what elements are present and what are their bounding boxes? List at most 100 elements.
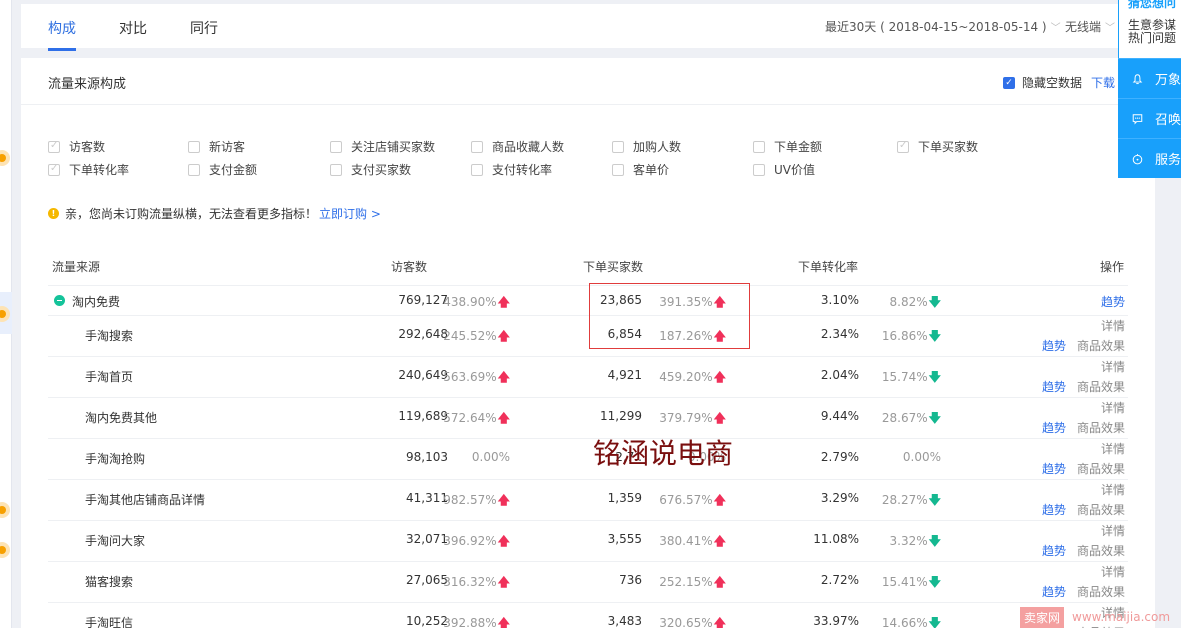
buyers-change-text: 380.41% bbox=[659, 534, 713, 548]
detail-link[interactable]: 详情 bbox=[1101, 399, 1125, 416]
download-link[interactable]: 下载 bbox=[1091, 74, 1115, 91]
visitors-change: 438.90%🡅 bbox=[443, 293, 510, 314]
detail-link[interactable]: 详情 bbox=[1101, 522, 1125, 539]
visitors-value: 292,648 bbox=[398, 327, 448, 341]
faq-box[interactable]: 猜您想问 生意参谋热门问题 bbox=[1118, 0, 1181, 58]
header-conversion[interactable]: 下单转化率 bbox=[798, 258, 858, 275]
checkbox-icon bbox=[330, 140, 342, 153]
panel-button-service[interactable]: 服务 bbox=[1118, 138, 1181, 178]
buyers-value: 4,921 bbox=[607, 368, 642, 382]
detail-link[interactable]: 详情 bbox=[1101, 481, 1125, 498]
arrow-up-icon: 🡅 bbox=[497, 329, 510, 343]
detail-link[interactable]: 详情 bbox=[1101, 317, 1125, 334]
conversion-change-text: 8.82% bbox=[889, 295, 928, 309]
tab-peers[interactable]: 同行 bbox=[190, 18, 218, 38]
metric-checkbox[interactable]: 加购人数 bbox=[612, 138, 681, 155]
panel-button-label: 万象 bbox=[1154, 73, 1181, 88]
metric-checkbox[interactable]: UV价值 bbox=[753, 161, 815, 178]
product-effect-link[interactable]: 商品效果 bbox=[1077, 419, 1125, 436]
detail-link[interactable]: 详情 bbox=[1101, 440, 1125, 457]
bell-icon bbox=[1132, 73, 1143, 84]
conversion-value: 3.10% bbox=[820, 293, 859, 307]
arrow-up-icon: 🡅 bbox=[713, 534, 726, 548]
metric-checkbox[interactable]: 访客数 bbox=[48, 138, 105, 155]
conversion-change: 28.27%🡇 bbox=[882, 491, 941, 512]
product-effect-link[interactable]: 商品效果 bbox=[1077, 378, 1125, 395]
metric-checkbox[interactable]: 商品收藏人数 bbox=[471, 138, 564, 155]
trend-link[interactable]: 趋势 bbox=[1042, 378, 1066, 395]
checkbox-icon bbox=[753, 140, 765, 153]
table-header: 流量来源 访客数 下单买家数 下单转化率 操作 bbox=[48, 251, 1128, 286]
table-row: 手淘其他店铺商品详情 41,311 982.57%🡅 1,359 676.57%🡅 3.2… bbox=[48, 480, 1128, 521]
header-buyers[interactable]: 下单买家数 bbox=[583, 258, 643, 275]
metric-checkbox[interactable]: 支付转化率 bbox=[471, 161, 552, 178]
visitors-value: 41,311 bbox=[406, 491, 448, 505]
trend-link[interactable]: 趋势 bbox=[1042, 419, 1066, 436]
product-effect-link[interactable]: 商品效果 bbox=[1077, 501, 1125, 518]
conversion-change: 0.00% bbox=[903, 450, 941, 464]
metric-checkbox[interactable]: 新访客 bbox=[188, 138, 245, 155]
metric-checkbox[interactable]: 客单价 bbox=[612, 161, 669, 178]
visitors-change-text: 438.90% bbox=[443, 295, 497, 309]
metric-checkbox[interactable]: 关注店铺买家数 bbox=[330, 138, 435, 155]
watermark-tag: 卖家网 bbox=[1020, 606, 1065, 628]
buyers-change: 459.20%🡅 bbox=[659, 368, 726, 389]
date-range-label: 最近30天 ( 2018-04-15~2018-05-14 ) bbox=[825, 20, 1047, 34]
metric-checkbox[interactable]: 支付金额 bbox=[188, 161, 257, 178]
hide-empty-checkbox[interactable]: ✓ 隐藏空数据 bbox=[1003, 74, 1082, 91]
product-effect-link[interactable]: 商品效果 bbox=[1077, 337, 1125, 354]
trend-link[interactable]: 趋势 bbox=[1042, 542, 1066, 559]
trend-link[interactable]: 趋势 bbox=[1042, 460, 1066, 477]
metric-checkbox[interactable]: 下单转化率 bbox=[48, 161, 129, 178]
arrow-up-icon: 🡅 bbox=[497, 575, 510, 589]
collapse-icon[interactable] bbox=[54, 295, 65, 306]
detail-link[interactable]: 详情 bbox=[1101, 563, 1125, 580]
arrow-down-icon: 🡇 bbox=[928, 534, 941, 548]
date-range-select[interactable]: 最近30天 ( 2018-04-15~2018-05-14 ) ﹀ bbox=[825, 18, 1061, 35]
product-effect-link[interactable]: 商品效果 bbox=[1077, 542, 1125, 559]
visitors-change: 0.00% bbox=[472, 450, 510, 464]
conversion-value: 9.44% bbox=[820, 409, 859, 423]
trend-link[interactable]: 趋势 bbox=[1042, 337, 1066, 354]
product-effect-link[interactable]: 商品效果 bbox=[1077, 460, 1125, 477]
metric-checkbox[interactable]: 下单买家数 bbox=[897, 138, 978, 155]
metric-checkbox[interactable]: 支付买家数 bbox=[330, 161, 411, 178]
panel-button-wanxiang[interactable]: 万象 bbox=[1118, 58, 1181, 98]
source-name: 手淘其他店铺商品详情 bbox=[85, 493, 206, 507]
faq-text: 生意参谋热门问题 bbox=[1128, 18, 1177, 45]
notification-dot[interactable] bbox=[0, 150, 10, 166]
notification-dot[interactable] bbox=[0, 502, 10, 518]
trend-link[interactable]: 趋势 bbox=[1042, 583, 1066, 600]
header-visitors[interactable]: 访客数 bbox=[391, 258, 427, 275]
metric-label: 关注店铺买家数 bbox=[351, 140, 436, 154]
trend-link[interactable]: 趋势 bbox=[1101, 293, 1125, 310]
source-name: 淘内免费其他 bbox=[85, 411, 158, 425]
detail-link[interactable]: 详情 bbox=[1101, 358, 1125, 375]
product-effect-link[interactable]: 商品效果 bbox=[1077, 583, 1125, 600]
conversion-change: 14.66%🡇 bbox=[882, 614, 941, 628]
buyers-change: 676.57%🡅 bbox=[659, 491, 726, 512]
metric-checkbox[interactable]: 下单金额 bbox=[753, 138, 822, 155]
device-select[interactable]: 无线端 ﹀ bbox=[1065, 18, 1115, 35]
table-row: 手淘淘抢购 98,103 0.00% 2,7.. 0.00% 2.79% 0.00% 详情 趋势… bbox=[48, 439, 1128, 480]
visitors-value: 769,127 bbox=[398, 293, 448, 307]
conversion-change-text: 14.66% bbox=[881, 616, 928, 628]
visitors-value: 10,252 bbox=[406, 614, 448, 628]
checkbox-checked-icon bbox=[48, 163, 60, 176]
buyers-change-text: 379.79% bbox=[659, 411, 713, 425]
buyers-value: 11,299 bbox=[600, 409, 642, 423]
conversion-value: 2.34% bbox=[820, 327, 859, 341]
buyers-change: 380.41%🡅 bbox=[659, 532, 726, 553]
subscribe-link[interactable]: 立即订购 > bbox=[319, 205, 381, 222]
visitors-change-text: 245.52% bbox=[443, 329, 497, 343]
visitors-change-text: 396.92% bbox=[443, 534, 497, 548]
trend-link[interactable]: 趋势 bbox=[1042, 501, 1066, 518]
tab-compare[interactable]: 对比 bbox=[119, 18, 147, 38]
notification-dot[interactable] bbox=[0, 542, 10, 558]
warning-icon: ! bbox=[48, 208, 59, 219]
panel-button-summon[interactable]: 召唤 bbox=[1118, 98, 1181, 138]
tab-composition[interactable]: 构成 bbox=[48, 18, 76, 51]
visitors-change: 245.52%🡅 bbox=[443, 327, 510, 348]
conversion-value: 2.72% bbox=[820, 573, 859, 587]
timer-icon bbox=[1132, 153, 1143, 164]
